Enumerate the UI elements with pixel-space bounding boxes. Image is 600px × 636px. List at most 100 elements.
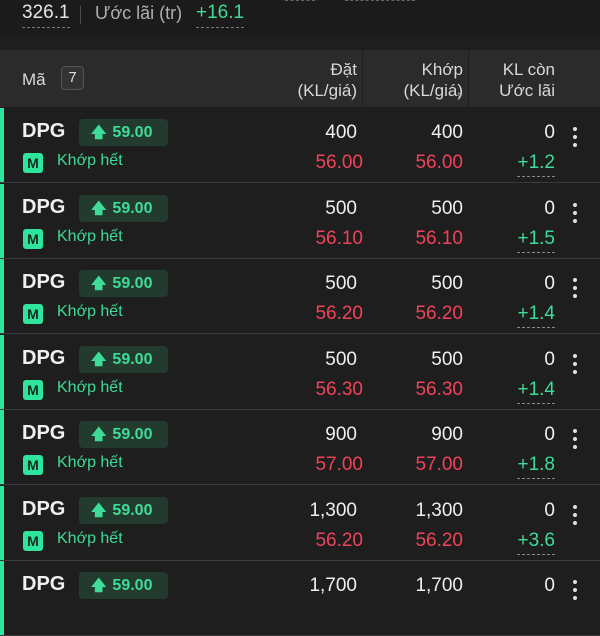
arrow-up-icon: 🡅 xyxy=(91,351,107,368)
stock-symbol[interactable]: DPG xyxy=(22,422,65,445)
stock-symbol[interactable]: DPG xyxy=(22,498,65,521)
order-type-badge: M xyxy=(23,229,43,249)
estimated-profit-value[interactable]: +16.1 xyxy=(196,2,245,28)
orders-table-header: Mã 7 Đặt (KL/giá) Khớp (KL/giá) ↑ KL còn… xyxy=(0,50,600,107)
row-accent-bar xyxy=(0,486,4,560)
remaining-volume: 0 xyxy=(544,273,555,294)
order-status: Khớp hết xyxy=(57,454,123,471)
stock-symbol[interactable]: DPG xyxy=(22,347,65,370)
order-status: Khớp hết xyxy=(57,228,123,245)
column-header-order[interactable]: Đặt (KL/giá) xyxy=(297,59,357,101)
more-options-icon[interactable] xyxy=(568,350,582,374)
column-header-matched-subtitle: (KL/giá) xyxy=(403,81,463,100)
order-status: Khớp hết xyxy=(57,530,123,547)
remaining-volume: 0 xyxy=(544,500,555,521)
matched-volume: 900 xyxy=(431,424,463,445)
remaining-volume: 0 xyxy=(544,198,555,219)
order-row[interactable]: DPG 🡅 59.00 M Khớp hết 400 56.00 400 56.0… xyxy=(0,108,600,183)
arrow-up-icon: 🡅 xyxy=(91,502,107,519)
column-header-symbol[interactable]: Mã xyxy=(22,70,46,90)
row-accent-bar xyxy=(0,410,4,484)
order-type-badge: M xyxy=(23,153,43,173)
current-price-badge: 🡅 59.00 xyxy=(79,572,168,599)
estimated-profit[interactable]: +1.4 xyxy=(517,379,555,404)
estimated-profit[interactable]: +1.8 xyxy=(517,454,555,479)
matched-price: 56.00 xyxy=(415,152,463,173)
column-divider xyxy=(362,50,363,107)
row-accent-bar xyxy=(0,561,4,635)
order-status: Khớp hết xyxy=(57,152,123,169)
column-header-matched[interactable]: Khớp (KL/giá) xyxy=(403,59,463,101)
matched-volume: 500 xyxy=(431,198,463,219)
arrow-up-icon: 🡅 xyxy=(91,577,107,594)
more-options-icon[interactable] xyxy=(568,199,582,223)
order-volume: 400 xyxy=(325,122,357,143)
order-price: 56.30 xyxy=(315,379,363,400)
stock-symbol[interactable]: DPG xyxy=(22,271,65,294)
order-row[interactable]: DPG 🡅 59.00 M Khớp hết 500 56.10 500 56.1… xyxy=(0,184,600,259)
current-price-badge: 🡅 59.00 xyxy=(79,195,168,222)
current-price: 59.00 xyxy=(112,577,153,594)
stock-symbol[interactable]: DPG xyxy=(22,120,65,143)
matched-price: 56.20 xyxy=(415,303,463,324)
order-row[interactable]: DPG 🡅 59.00 M Khớp hết 500 56.30 500 56.3… xyxy=(0,335,600,410)
matched-price: 56.30 xyxy=(415,379,463,400)
matched-volume: 1,700 xyxy=(415,575,463,596)
order-row[interactable]: DPG 🡅 59.00 M Khớp hết 900 57.00 900 57.0… xyxy=(0,410,600,485)
arrow-up-icon: 🡅 xyxy=(91,124,107,141)
current-price-badge: 🡅 59.00 xyxy=(79,346,168,373)
estimated-profit[interactable]: +1.2 xyxy=(517,152,555,177)
current-price: 59.00 xyxy=(112,275,153,292)
current-price-badge: 🡅 59.00 xyxy=(79,119,168,146)
order-row[interactable]: DPG 🡅 59.00 1,700 1,700 0 xyxy=(0,561,600,636)
estimated-profit[interactable]: +1.5 xyxy=(517,228,555,253)
estimated-profit[interactable]: +3.6 xyxy=(517,530,555,555)
current-price-badge: 🡅 59.00 xyxy=(79,421,168,448)
current-price: 59.00 xyxy=(112,502,153,519)
stock-symbol[interactable]: DPG xyxy=(22,573,65,596)
current-price-badge: 🡅 59.00 xyxy=(79,270,168,297)
order-volume: 900 xyxy=(325,424,357,445)
matched-volume: 500 xyxy=(431,349,463,370)
sort-arrow-icon[interactable]: ↑ xyxy=(456,88,462,102)
matched-volume: 1,300 xyxy=(415,500,463,521)
matched-price: 56.10 xyxy=(415,228,463,249)
order-row[interactable]: DPG 🡅 59.00 M Khớp hết 500 56.20 500 56.2… xyxy=(0,259,600,334)
more-options-icon[interactable] xyxy=(568,123,582,147)
column-divider xyxy=(468,50,469,107)
current-price: 59.00 xyxy=(112,426,153,443)
remaining-volume: 0 xyxy=(544,349,555,370)
order-type-badge: M xyxy=(23,380,43,400)
current-price: 59.00 xyxy=(112,200,153,217)
current-price: 59.00 xyxy=(112,351,153,368)
order-volume: 500 xyxy=(325,349,357,370)
order-row[interactable]: DPG 🡅 59.00 M Khớp hết 1,300 56.20 1,300 … xyxy=(0,486,600,561)
current-price: 59.00 xyxy=(112,124,153,141)
more-options-icon[interactable] xyxy=(568,274,582,298)
arrow-up-icon: 🡅 xyxy=(91,426,107,443)
order-count-badge: 7 xyxy=(61,66,84,90)
column-header-remaining[interactable]: KL còn Ước lãi xyxy=(499,59,555,101)
order-type-badge: M xyxy=(23,531,43,551)
order-type-badge: M xyxy=(23,304,43,324)
more-options-icon[interactable] xyxy=(568,501,582,525)
order-status: Khớp hết xyxy=(57,379,123,396)
remaining-volume: 0 xyxy=(544,122,555,143)
order-type-badge: M xyxy=(23,455,43,475)
order-price: 56.20 xyxy=(315,303,363,324)
remaining-volume: 0 xyxy=(544,424,555,445)
estimated-profit[interactable]: +1.4 xyxy=(517,303,555,328)
dashed-underline xyxy=(285,0,315,1)
more-options-icon[interactable] xyxy=(568,576,582,600)
row-accent-bar xyxy=(0,335,4,409)
order-price: 56.10 xyxy=(315,228,363,249)
order-price: 57.00 xyxy=(315,454,363,475)
more-options-icon[interactable] xyxy=(568,425,582,449)
row-accent-bar xyxy=(0,108,4,182)
summary-bar: 326.1 Ước lãi (tr) +16.1 xyxy=(0,0,600,36)
matched-price: 56.20 xyxy=(415,530,463,551)
summary-value[interactable]: 326.1 xyxy=(22,2,70,28)
arrow-up-icon: 🡅 xyxy=(91,275,107,292)
arrow-up-icon: 🡅 xyxy=(91,200,107,217)
stock-symbol[interactable]: DPG xyxy=(22,196,65,219)
